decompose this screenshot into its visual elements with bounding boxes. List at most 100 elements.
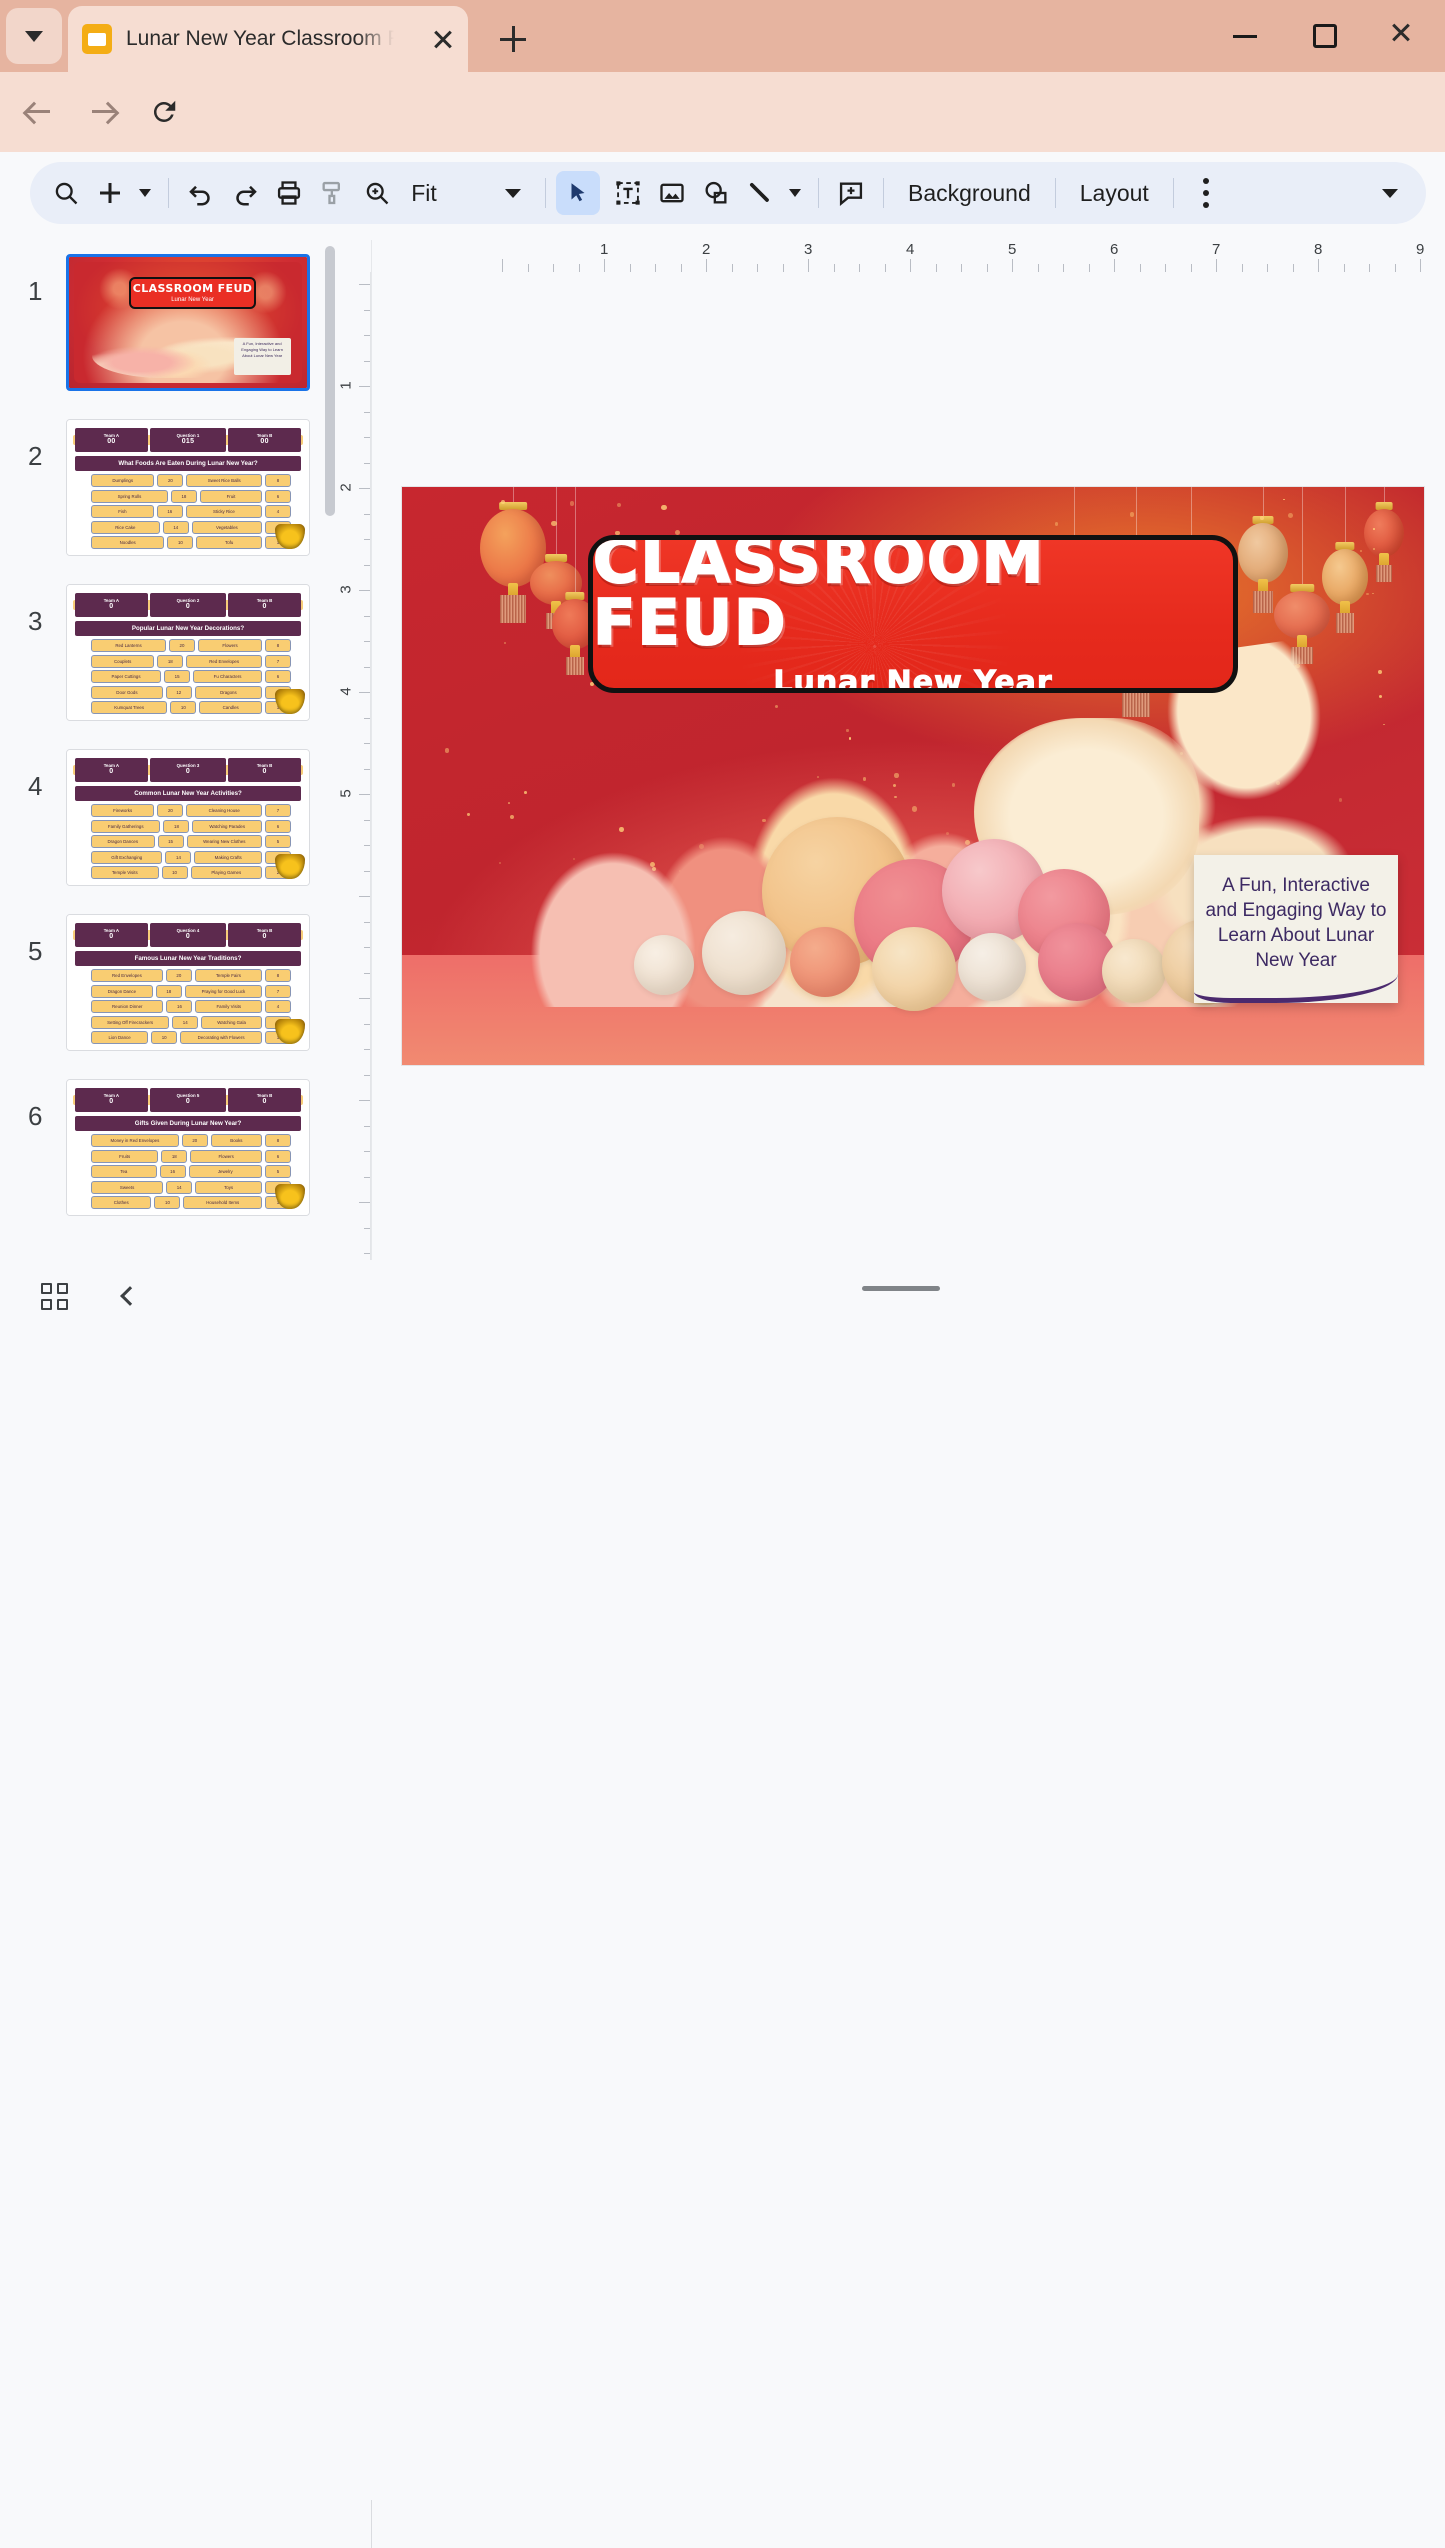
slide-thumbnail[interactable]: CLASSROOM FEUDLunar New YearA Fun, Inter… (66, 254, 310, 391)
sparkle (1366, 593, 1369, 596)
board-answer-rows: Fireworks20Cleaning House7Family Gatheri… (91, 804, 291, 879)
sparkle (1373, 528, 1375, 530)
board-answer-row: Dragon Dances15Wearing New Clothes5 (91, 835, 291, 848)
note-card-text: A Fun, Interactive and Engaging Way to L… (1204, 873, 1388, 973)
filmstrip-slide-2[interactable]: 2Team A00Question 1015Team B00What Foods… (0, 405, 340, 570)
slide-filmstrip[interactable]: 1CLASSROOM FEUDLunar New YearA Fun, Inte… (0, 240, 340, 1260)
cursor-icon (565, 180, 591, 206)
team-b-panel: Team B0 (228, 1088, 301, 1112)
board-answer-row: Rice Cake14Vegetables2 (91, 521, 291, 534)
insert-line-button[interactable] (738, 171, 782, 215)
board-answer-rows: Money in Red Envelopes20Books8Fruits18Fl… (91, 1134, 291, 1209)
points-right: 5 (265, 1165, 291, 1178)
points-right: 8 (265, 1134, 291, 1147)
zoom-dropdown-button[interactable] (491, 171, 535, 215)
search-button[interactable] (44, 171, 88, 215)
sparkle (1288, 513, 1293, 518)
chevron-left-icon (120, 1286, 140, 1306)
collapse-panel-button[interactable] (108, 1274, 152, 1318)
add-comment-button[interactable] (829, 171, 873, 215)
slide-canvas-area[interactable]: CLASSROOM FEUD Lunar New Year A Fun, Int… (372, 272, 1445, 1260)
team-b-panel: Team B0 (228, 758, 301, 782)
ruler-tick (1140, 264, 1141, 272)
new-tab-button[interactable] (490, 18, 536, 60)
tab-close-button[interactable] (428, 24, 458, 54)
points-right: 8 (265, 474, 291, 487)
slide-thumbnail[interactable]: Team A00Question 1015Team B00What Foods … (66, 419, 310, 556)
ruler-label: 2 (340, 483, 355, 491)
collapse-toolbar-button[interactable] (1368, 171, 1412, 215)
more-options-button[interactable] (1184, 171, 1228, 215)
paint-format-button[interactable] (311, 171, 355, 215)
sparkle (1378, 670, 1382, 674)
answer-left: Setting Off Firecrackers (91, 1016, 169, 1029)
board-answer-row: Gift Exchanging14Making Crafts3 (91, 851, 291, 864)
decorative-orb (634, 935, 694, 995)
answer-right: Watching Gala (201, 1016, 262, 1029)
points-left: 15 (158, 835, 184, 848)
decorative-orb (1102, 939, 1166, 1003)
slide-thumbnail[interactable]: Team A0Question 40Team B0Famous Lunar Ne… (66, 914, 310, 1051)
filmstrip-slide-5[interactable]: 5Team A0Question 40Team B0Famous Lunar N… (0, 900, 340, 1065)
answer-left: Spring Rolls (91, 490, 168, 503)
slide-thumbnail[interactable]: Team A0Question 50Team B0Gifts Given Dur… (66, 1079, 310, 1216)
new-slide-dropdown-button[interactable] (132, 171, 158, 215)
ruler-tick (1012, 259, 1013, 272)
thumb-title-banner: CLASSROOM FEUDLunar New Year (129, 277, 257, 310)
filmstrip-slide-1[interactable]: 1CLASSROOM FEUDLunar New YearA Fun, Inte… (0, 240, 340, 405)
line-dropdown-button[interactable] (782, 171, 808, 215)
background-button[interactable]: Background (894, 171, 1045, 215)
redo-button[interactable] (223, 171, 267, 215)
browser-tab[interactable]: Lunar New Year Classroom Feud (68, 6, 468, 72)
window-maximize-button[interactable] (1285, 0, 1365, 72)
window-close-button[interactable] (1365, 0, 1445, 72)
timer-value: 0 (186, 1098, 190, 1107)
ruler-label: 7 (1212, 241, 1220, 258)
filmstrip-slide-3[interactable]: 3Team A0Question 20Team B0Popular Lunar … (0, 570, 340, 735)
maximize-icon (1313, 24, 1337, 48)
select-tool-button[interactable] (556, 171, 600, 215)
print-button[interactable] (267, 171, 311, 215)
grid-view-button[interactable] (32, 1274, 76, 1318)
forward-button[interactable] (80, 88, 128, 136)
board-answer-row: Sweets14Toys2 (91, 1181, 291, 1194)
tab-search-button[interactable] (6, 8, 62, 64)
ruler-tick (1318, 259, 1319, 272)
ruler-label: 2 (702, 241, 710, 258)
image-icon (658, 179, 686, 207)
filmstrip-slide-6[interactable]: 6Team A0Question 50Team B0Gifts Given Du… (0, 1065, 340, 1230)
filmstrip-slide-4[interactable]: 4Team A0Question 30Team B0Common Lunar N… (0, 735, 340, 900)
ruler-tick (1089, 264, 1090, 272)
grid-view-icon (41, 1283, 68, 1310)
zoom-level-label[interactable]: Fit (399, 171, 443, 215)
zoom-button[interactable] (355, 171, 399, 215)
note-card[interactable]: A Fun, Interactive and Engaging Way to L… (1194, 855, 1398, 1003)
speaker-notes-resize-handle[interactable] (862, 1286, 940, 1291)
ruler-tick (1293, 264, 1294, 272)
current-slide[interactable]: CLASSROOM FEUD Lunar New Year A Fun, Int… (402, 487, 1424, 1065)
text-box-tool-button[interactable] (606, 171, 650, 215)
answer-left: Red Lanterns (91, 639, 166, 652)
ruler-tick (732, 264, 733, 272)
reload-button[interactable] (140, 88, 188, 136)
board-answer-row: Dragon Dance18Praying for Good Luck7 (91, 985, 291, 998)
new-slide-button[interactable] (88, 171, 132, 215)
answer-right: Making Crafts (194, 851, 262, 864)
undo-button[interactable] (179, 171, 223, 215)
board-answer-row: Tea16Jewelry5 (91, 1165, 291, 1178)
gold-ingot-icon (275, 689, 305, 714)
back-button[interactable] (14, 88, 62, 136)
filmstrip-scrollbar[interactable] (325, 246, 335, 516)
window-minimize-button[interactable] (1205, 0, 1285, 72)
ruler-tick (808, 259, 809, 272)
layout-button[interactable]: Layout (1066, 171, 1163, 215)
insert-image-button[interactable] (650, 171, 694, 215)
timer-value: 015 (182, 438, 195, 447)
thumbnail-game-board: Team A0Question 20Team B0Popular Lunar N… (67, 585, 309, 720)
slide-thumbnail[interactable]: Team A0Question 30Team B0Common Lunar Ne… (66, 749, 310, 886)
title-banner[interactable]: CLASSROOM FEUD Lunar New Year (588, 535, 1238, 693)
answer-right: Fruit (200, 490, 262, 503)
insert-shape-button[interactable] (694, 171, 738, 215)
slide-thumbnail[interactable]: Team A0Question 20Team B0Popular Lunar N… (66, 584, 310, 721)
search-icon (52, 179, 80, 207)
